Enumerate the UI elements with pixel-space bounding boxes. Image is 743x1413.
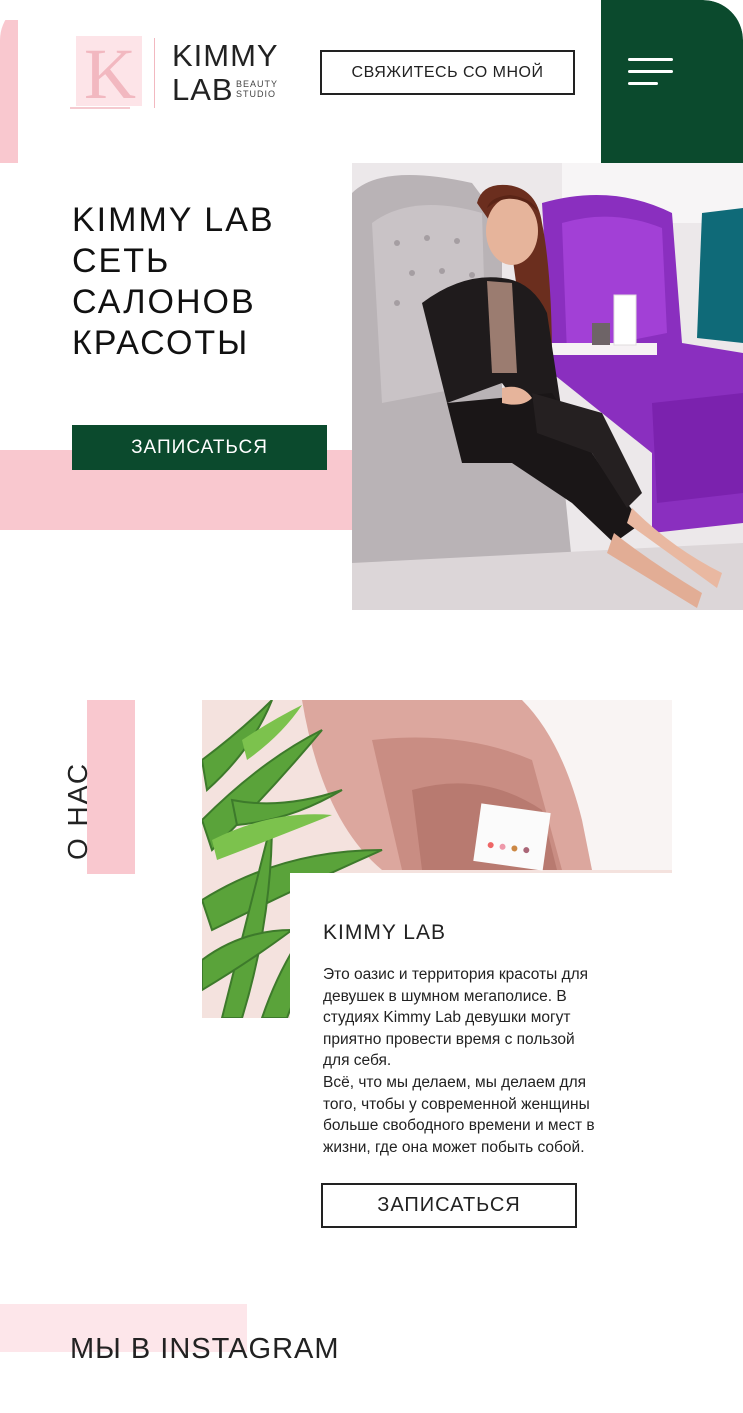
page: K KIMMY LAB BEAUTY STUDIO СВЯЖИТЕСЬ СО М… bbox=[0, 0, 743, 1413]
contact-me-button[interactable]: СВЯЖИТЕСЬ СО МНОЙ bbox=[320, 50, 575, 95]
hero-title-line-4: КРАСОТЫ bbox=[72, 324, 250, 362]
hero-book-button[interactable]: ЗАПИСАТЬСЯ bbox=[72, 425, 327, 470]
about-section-label: О НАС bbox=[62, 761, 93, 860]
about-pink-block bbox=[87, 700, 135, 874]
hero-title-line-1: KIMMY LAB bbox=[72, 201, 275, 239]
about-paragraph-1: Это оазис и территория красоты для девуш… bbox=[323, 966, 589, 1070]
instagram-section-title: МЫ В INSTAGRAM bbox=[70, 1333, 340, 1365]
hero-title: KIMMY LAB СЕТЬ САЛОНОВ КРАСОТЫ bbox=[72, 200, 342, 364]
logo-subtitle: BEAUTY STUDIO bbox=[236, 79, 278, 99]
hero-salon-photo bbox=[352, 163, 743, 610]
hero-title-line-2: СЕТЬ bbox=[72, 242, 171, 280]
logo-letter: K bbox=[84, 34, 136, 112]
hero-title-line-3: САЛОНОВ bbox=[72, 283, 256, 321]
logo-subtitle-line-1: BEAUTY bbox=[236, 79, 279, 89]
logo-subtitle-line-2: STUDIO bbox=[236, 89, 277, 99]
logo-text-lab: LAB bbox=[172, 72, 234, 107]
salon-photo-image bbox=[352, 163, 743, 610]
logo-text-kimmy: KIMMY bbox=[172, 38, 279, 73]
about-book-button[interactable]: ЗАПИСАТЬСЯ bbox=[321, 1183, 577, 1228]
about-paragraph-2: Всё, что мы делаем, мы делаем для того, … bbox=[323, 1073, 595, 1156]
menu-button[interactable] bbox=[601, 0, 743, 163]
about-heading: KIMMY LAB bbox=[323, 921, 446, 944]
hamburger-menu-icon bbox=[628, 58, 673, 88]
brand-logo[interactable]: K KIMMY LAB BEAUTY STUDIO bbox=[70, 32, 290, 112]
decorative-pink-strip bbox=[0, 20, 18, 163]
about-description: Это оазис и территория красоты для девуш… bbox=[323, 964, 673, 1158]
logo-divider bbox=[154, 38, 155, 108]
logo-monogram-icon: K bbox=[70, 34, 142, 112]
